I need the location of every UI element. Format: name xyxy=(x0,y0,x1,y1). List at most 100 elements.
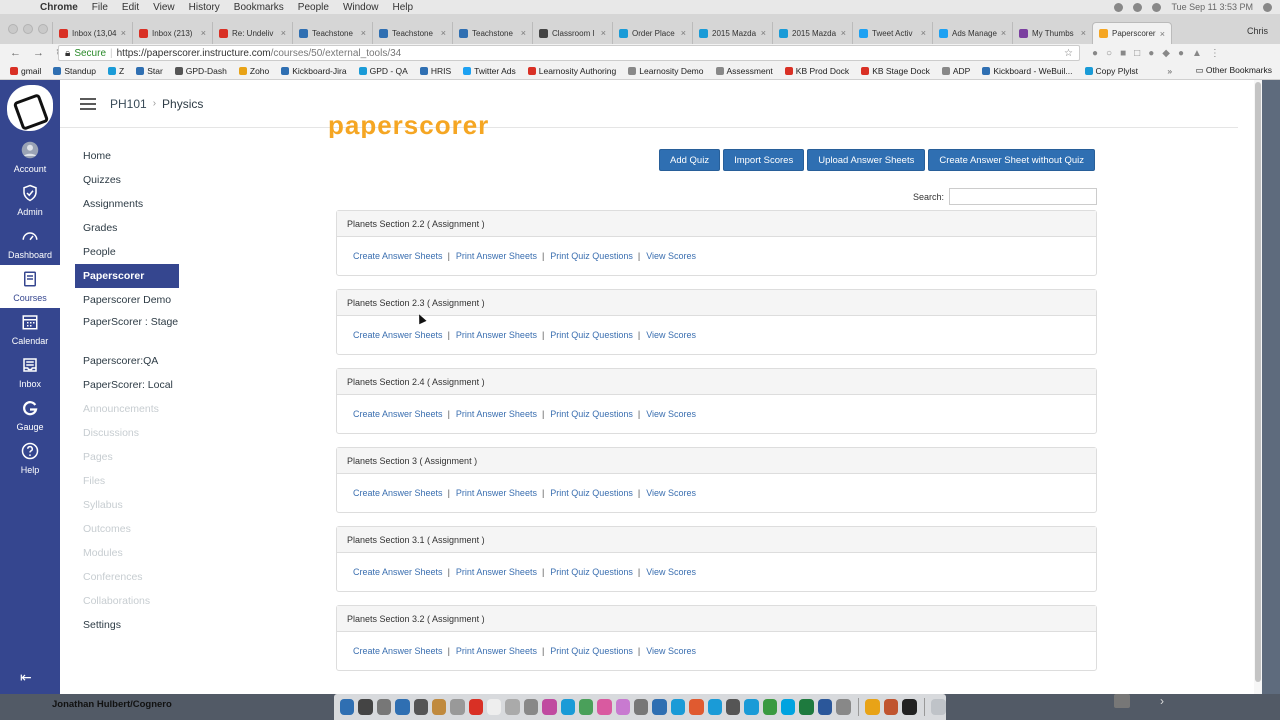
close-tab-icon[interactable]: × xyxy=(601,28,606,38)
browser-tab[interactable]: Paperscorer × xyxy=(1092,22,1172,44)
view-scores-link[interactable]: View Scores xyxy=(646,330,696,340)
browser-tab[interactable]: Order Place × xyxy=(612,22,692,44)
browser-tab[interactable]: Classroom I × xyxy=(532,22,612,44)
dock-app-icon[interactable] xyxy=(817,699,833,715)
upload-answer-sheets-button[interactable]: Upload Answer Sheets xyxy=(807,149,926,171)
global-nav-admin[interactable]: Admin xyxy=(0,179,60,222)
chevron-right-icon[interactable]: › xyxy=(1160,694,1164,708)
status-icon[interactable] xyxy=(1114,2,1124,12)
print-answer-sheets-link[interactable]: Print Answer Sheets xyxy=(456,330,537,340)
view-scores-link[interactable]: View Scores xyxy=(646,567,696,577)
close-window-button[interactable] xyxy=(8,24,18,34)
course-nav-assignments[interactable]: Assignments xyxy=(75,192,185,216)
clock[interactable]: Tue Sep 11 3:53 PM xyxy=(1171,2,1253,12)
print-quiz-questions-link[interactable]: Print Quiz Questions xyxy=(550,488,633,498)
menu-people[interactable]: People xyxy=(298,2,329,13)
close-tab-icon[interactable]: × xyxy=(121,28,126,38)
bookmark-item[interactable]: Zoho xyxy=(238,66,269,76)
dock-app-icon[interactable] xyxy=(468,699,483,715)
close-tab-icon[interactable]: × xyxy=(441,28,446,38)
dock-app-icon[interactable] xyxy=(340,699,355,715)
forward-arrow-icon[interactable]: → xyxy=(33,47,44,60)
dock-app-icon[interactable] xyxy=(376,699,392,715)
browser-tab[interactable]: Teachstone × xyxy=(292,22,372,44)
print-answer-sheets-link[interactable]: Print Answer Sheets xyxy=(456,488,537,498)
create-answer-sheets-link[interactable]: Create Answer Sheets xyxy=(353,330,443,340)
create-answer-sheets-link[interactable]: Create Answer Sheets xyxy=(353,251,443,261)
trash-icon[interactable] xyxy=(931,699,946,715)
print-quiz-questions-link[interactable]: Print Quiz Questions xyxy=(550,330,633,340)
view-scores-link[interactable]: View Scores xyxy=(646,488,696,498)
course-nav-paperscorer-demo[interactable]: Paperscorer Demo xyxy=(75,288,185,312)
bookmark-item[interactable]: Z xyxy=(107,66,124,76)
print-answer-sheets-link[interactable]: Print Answer Sheets xyxy=(456,646,537,656)
dock-app-icon[interactable] xyxy=(395,699,410,715)
dock-app-icon[interactable] xyxy=(431,699,447,715)
view-scores-link[interactable]: View Scores xyxy=(646,646,696,656)
browser-tab[interactable]: Teachstone × xyxy=(372,22,452,44)
print-answer-sheets-link[interactable]: Print Answer Sheets xyxy=(456,409,537,419)
global-nav-calendar[interactable]: Calendar xyxy=(0,308,60,351)
browser-tab[interactable]: Ads Manage × xyxy=(932,22,1012,44)
zoom-window-button[interactable] xyxy=(38,24,48,34)
menu-app-chrome[interactable]: Chrome xyxy=(40,2,78,13)
address-bar[interactable]: 🔒︎ Secure | https://paperscorer.instruct… xyxy=(58,45,1080,61)
profile-name[interactable]: Chris xyxy=(1247,26,1280,44)
dock-app-icon[interactable] xyxy=(560,699,575,715)
dock-app-icon[interactable] xyxy=(902,699,917,715)
dock-app-icon[interactable] xyxy=(689,699,704,715)
dock-app-icon[interactable] xyxy=(615,699,630,715)
dock-app-icon[interactable] xyxy=(578,699,594,715)
close-tab-icon[interactable]: × xyxy=(361,28,366,38)
add-quiz-button[interactable]: Add Quiz xyxy=(659,149,721,171)
bookmark-item[interactable]: Twitter Ads xyxy=(463,66,516,76)
dock-app-icon[interactable] xyxy=(707,699,722,715)
extension-icon[interactable]: ● xyxy=(1092,48,1098,59)
dock-app-icon[interactable] xyxy=(523,699,539,715)
browser-tab[interactable]: 2015 Mazda × xyxy=(692,22,772,44)
browser-tab[interactable]: Teachstone × xyxy=(452,22,532,44)
course-nav-quizzes[interactable]: Quizzes xyxy=(75,168,185,192)
bookmark-item[interactable]: Learnosity Demo xyxy=(628,66,704,76)
wifi-icon[interactable] xyxy=(1133,2,1143,12)
breadcrumb-course[interactable]: PH101 xyxy=(110,97,147,111)
course-nav-paperscorer-qa[interactable]: Paperscorer:QA xyxy=(75,349,185,373)
collapse-nav-icon[interactable]: ⇤ xyxy=(20,669,32,686)
global-nav-courses[interactable]: Courses xyxy=(0,265,60,308)
import-scores-button[interactable]: Import Scores xyxy=(723,149,805,171)
print-answer-sheets-link[interactable]: Print Answer Sheets xyxy=(456,567,537,577)
dock-app-icon[interactable] xyxy=(487,699,502,715)
extension-icon[interactable]: □ xyxy=(1134,48,1140,59)
print-quiz-questions-link[interactable]: Print Quiz Questions xyxy=(550,567,633,577)
menu-edit[interactable]: Edit xyxy=(122,2,139,13)
page-scrollbar[interactable] xyxy=(1254,80,1262,694)
bookmark-item[interactable]: KB Prod Dock xyxy=(784,66,849,76)
dock-app-icon[interactable] xyxy=(634,699,649,715)
bookmarks-overflow-icon[interactable]: » xyxy=(1167,66,1172,76)
create-answer-sheets-link[interactable]: Create Answer Sheets xyxy=(353,488,443,498)
bookmark-item[interactable]: Copy Plylst xyxy=(1084,66,1138,76)
browser-tab[interactable]: Inbox (13,04 × xyxy=(52,22,132,44)
dock-app-icon[interactable] xyxy=(865,699,880,715)
browser-tab[interactable]: Inbox (213) × xyxy=(132,22,212,44)
dock-app-icon[interactable] xyxy=(652,699,667,715)
dock-app-icon[interactable] xyxy=(836,699,851,715)
close-tab-icon[interactable]: × xyxy=(921,28,926,38)
dock-app-icon[interactable] xyxy=(670,699,686,715)
other-bookmarks[interactable]: ▭ Other Bookmarks xyxy=(1195,65,1272,76)
course-nav-home[interactable]: Home xyxy=(75,144,185,168)
dock-app-icon[interactable] xyxy=(358,699,373,715)
close-tab-icon[interactable]: × xyxy=(1081,28,1086,38)
extension-icon[interactable]: ○ xyxy=(1106,48,1112,59)
bookmark-item[interactable]: Kickboard - WeBuil... xyxy=(982,66,1073,76)
bookmark-item[interactable]: HRIS xyxy=(419,66,451,76)
dock-app-icon[interactable] xyxy=(762,699,777,715)
menu-help[interactable]: Help xyxy=(393,2,414,13)
bookmark-item[interactable]: Learnosity Authoring xyxy=(527,66,616,76)
view-scores-link[interactable]: View Scores xyxy=(646,251,696,261)
menu-kebab-icon[interactable]: ⋮ xyxy=(1210,48,1220,59)
bookmark-item[interactable]: gmail xyxy=(10,66,41,76)
close-tab-icon[interactable]: × xyxy=(281,28,286,38)
dock-app-icon[interactable] xyxy=(597,699,612,715)
bookmark-item[interactable]: GPD-Dash xyxy=(174,66,227,76)
